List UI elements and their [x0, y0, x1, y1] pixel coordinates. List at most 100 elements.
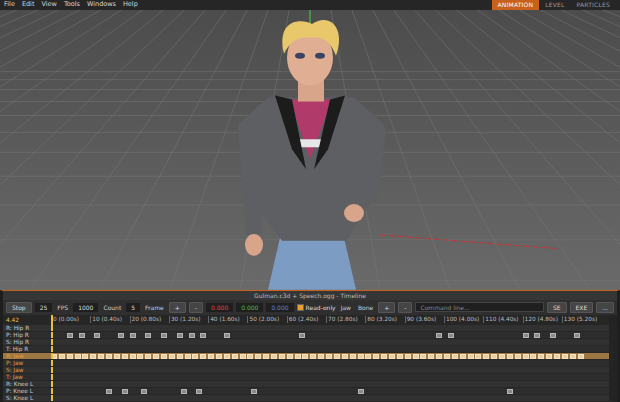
keyframe[interactable]	[507, 389, 513, 394]
keyframe[interactable]	[570, 354, 576, 359]
keyframe[interactable]	[161, 333, 167, 338]
keyframe[interactable]	[279, 354, 285, 359]
keyframe[interactable]	[82, 354, 88, 359]
keyframe[interactable]	[200, 354, 206, 359]
coord-field[interactable]: 0.000	[236, 303, 263, 312]
keyframe[interactable]	[389, 354, 395, 359]
keyframe[interactable]	[554, 354, 560, 359]
keyframe[interactable]	[358, 354, 364, 359]
scrollbar-track[interactable]	[609, 346, 617, 352]
keyframe[interactable]	[460, 354, 466, 359]
keyframe[interactable]	[263, 354, 269, 359]
scrollbar-track[interactable]	[609, 360, 617, 366]
menu-item[interactable]: File	[4, 1, 15, 9]
keyframe[interactable]	[334, 354, 340, 359]
track-keys[interactable]	[51, 374, 609, 380]
keyframe[interactable]	[475, 354, 481, 359]
keyframe[interactable]	[574, 333, 580, 338]
keyframe[interactable]	[499, 354, 505, 359]
toolbar-button[interactable]: SE	[547, 302, 567, 313]
scrollbar-track[interactable]	[609, 325, 617, 331]
toolbar-button[interactable]: -	[398, 302, 412, 313]
menu-item[interactable]: Edit	[22, 1, 35, 9]
keyframe[interactable]	[358, 389, 364, 394]
keyframe[interactable]	[90, 354, 96, 359]
checkbox[interactable]	[297, 304, 304, 311]
menu-item[interactable]: Help	[123, 1, 138, 9]
scrollbar-track[interactable]	[609, 367, 617, 373]
track-row[interactable]: P: Knee L	[3, 388, 617, 395]
menu-item[interactable]: View	[41, 1, 56, 9]
track-keys[interactable]	[51, 325, 609, 331]
keyframe[interactable]	[578, 354, 584, 359]
keyframe[interactable]	[448, 333, 454, 338]
keyframe[interactable]	[452, 354, 458, 359]
track-row[interactable]: T: Hip R	[3, 346, 617, 353]
keyframe[interactable]	[295, 354, 301, 359]
track-row[interactable]: R: Knee L	[3, 381, 617, 388]
keyframe[interactable]	[287, 354, 293, 359]
keyframe[interactable]	[405, 354, 411, 359]
keyframe[interactable]	[94, 333, 100, 338]
keyframe[interactable]	[302, 354, 308, 359]
keyframe[interactable]	[413, 354, 419, 359]
keyframe[interactable]	[185, 354, 191, 359]
keyframe[interactable]	[181, 389, 187, 394]
keyframe[interactable]	[444, 354, 450, 359]
keyframe[interactable]	[130, 354, 136, 359]
scrollbar-track[interactable]	[609, 339, 617, 345]
keyframe[interactable]	[224, 354, 230, 359]
keyframe[interactable]	[122, 389, 128, 394]
keyframe[interactable]	[491, 354, 497, 359]
track-row[interactable]: S: Jaw	[3, 367, 617, 374]
keyframe[interactable]	[224, 333, 230, 338]
keyframe[interactable]	[365, 354, 371, 359]
keyframe[interactable]	[75, 354, 81, 359]
track-keys[interactable]	[51, 367, 609, 373]
keyframe[interactable]	[145, 333, 151, 338]
mode-tab[interactable]: ANIMATION	[492, 0, 540, 9]
keyframe[interactable]	[114, 354, 120, 359]
keyframe[interactable]	[130, 333, 136, 338]
keyframe[interactable]	[122, 354, 128, 359]
keyframe[interactable]	[137, 354, 143, 359]
keyframe[interactable]	[216, 354, 222, 359]
keyframe[interactable]	[192, 354, 198, 359]
character-figure[interactable]	[238, 20, 386, 290]
keyframe[interactable]	[538, 354, 544, 359]
read-only-check[interactable]: Read-only	[297, 304, 336, 311]
track-keys[interactable]	[51, 360, 609, 366]
keyframe[interactable]	[177, 333, 183, 338]
keyframe[interactable]	[177, 354, 183, 359]
keyframe[interactable]	[468, 354, 474, 359]
keyframe[interactable]	[161, 354, 167, 359]
menu-item[interactable]: Tools	[64, 1, 80, 9]
track-row[interactable]: R: Hip R	[3, 325, 617, 332]
toolbar-button[interactable]: EXE	[570, 302, 594, 313]
keyframe[interactable]	[255, 354, 261, 359]
keyframe[interactable]	[373, 354, 379, 359]
keyframe[interactable]	[507, 354, 513, 359]
keyframe[interactable]	[240, 354, 246, 359]
keyframe[interactable]	[397, 354, 403, 359]
keyframe[interactable]	[546, 354, 552, 359]
keyframe[interactable]	[106, 389, 112, 394]
track-keys[interactable]	[51, 388, 609, 394]
keyframe[interactable]	[141, 389, 147, 394]
scrollbar-track[interactable]	[609, 332, 617, 338]
track-keys[interactable]	[51, 381, 609, 387]
keyframe[interactable]	[106, 354, 112, 359]
scrollbar[interactable]	[609, 315, 617, 325]
keyframe[interactable]	[59, 354, 65, 359]
keyframe[interactable]	[196, 389, 202, 394]
keyframe[interactable]	[562, 354, 568, 359]
track-row[interactable]: P: Jaw	[3, 360, 617, 367]
coord-field[interactable]: 0.000	[266, 303, 293, 312]
scrollbar-track[interactable]	[609, 353, 617, 359]
mode-tab[interactable]: PARTICLES	[571, 0, 616, 9]
keyframe[interactable]	[350, 354, 356, 359]
toolbar-button[interactable]: -	[189, 302, 203, 313]
keyframe[interactable]	[420, 354, 426, 359]
toolbar-button[interactable]: ...	[596, 302, 614, 313]
viewport[interactable]	[0, 10, 620, 290]
